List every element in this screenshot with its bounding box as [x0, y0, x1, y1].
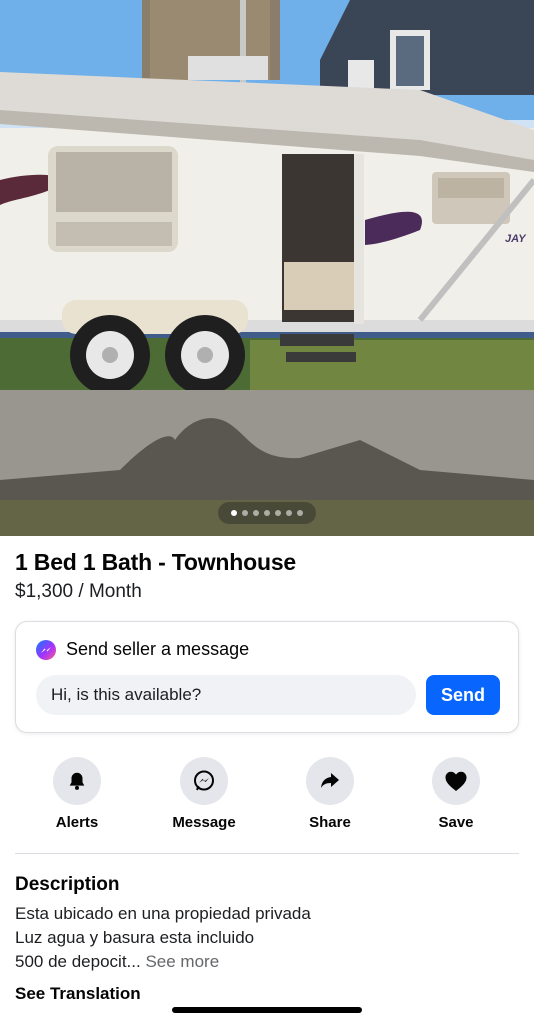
- description-line-last: 500 de depocit... See more: [15, 950, 311, 974]
- alerts-button[interactable]: Alerts: [27, 757, 127, 831]
- messenger-icon: [36, 639, 56, 660]
- description-line: Esta ubicado en una propiedad privada: [15, 904, 311, 923]
- message-label: Message: [172, 814, 236, 831]
- see-more-link[interactable]: See more: [145, 952, 219, 971]
- trailer-photo-image: JAY: [0, 0, 534, 536]
- carousel-dot[interactable]: [242, 510, 248, 516]
- home-indicator: [172, 1007, 362, 1013]
- messenger-outline-icon: [180, 757, 228, 805]
- carousel-dot[interactable]: [264, 510, 270, 516]
- save-button[interactable]: Save: [406, 757, 506, 831]
- listing-photo[interactable]: JAY: [0, 0, 534, 536]
- carousel-dot[interactable]: [286, 510, 292, 516]
- alerts-label: Alerts: [55, 814, 99, 831]
- carousel-dot[interactable]: [231, 510, 237, 516]
- bell-icon: [53, 757, 101, 805]
- trailer-brand-text: JAY: [505, 233, 527, 245]
- description-line: Luz agua y basura esta incluido: [15, 928, 255, 947]
- message-input[interactable]: [36, 675, 416, 715]
- description-line: 500 de depocit...: [15, 952, 141, 971]
- send-message-label: Send seller a message: [66, 639, 250, 659]
- send-button[interactable]: Send: [426, 675, 500, 715]
- send-message-header: Send seller a message: [36, 639, 249, 660]
- message-button[interactable]: Message: [154, 757, 254, 831]
- description-text: Esta ubicado en una propiedad privada Lu…: [15, 902, 311, 974]
- share-arrow-icon: [306, 757, 354, 805]
- section-divider: [15, 853, 519, 854]
- listing-price: $1,300 / Month: [15, 581, 142, 602]
- carousel-dot[interactable]: [275, 510, 281, 516]
- heart-icon: [432, 757, 480, 805]
- see-translation-link[interactable]: See Translation: [15, 984, 141, 1004]
- send-message-card: Send seller a message Send: [15, 621, 519, 733]
- share-label: Share: [309, 814, 351, 831]
- description-heading: Description: [15, 874, 120, 895]
- action-bar: Alerts Message Share Save: [0, 757, 534, 837]
- carousel-dot[interactable]: [253, 510, 259, 516]
- share-button[interactable]: Share: [280, 757, 380, 831]
- carousel-dot[interactable]: [297, 510, 303, 516]
- save-label: Save: [438, 814, 474, 831]
- carousel-indicator[interactable]: [218, 502, 316, 524]
- listing-title: 1 Bed 1 Bath - Townhouse: [15, 549, 297, 575]
